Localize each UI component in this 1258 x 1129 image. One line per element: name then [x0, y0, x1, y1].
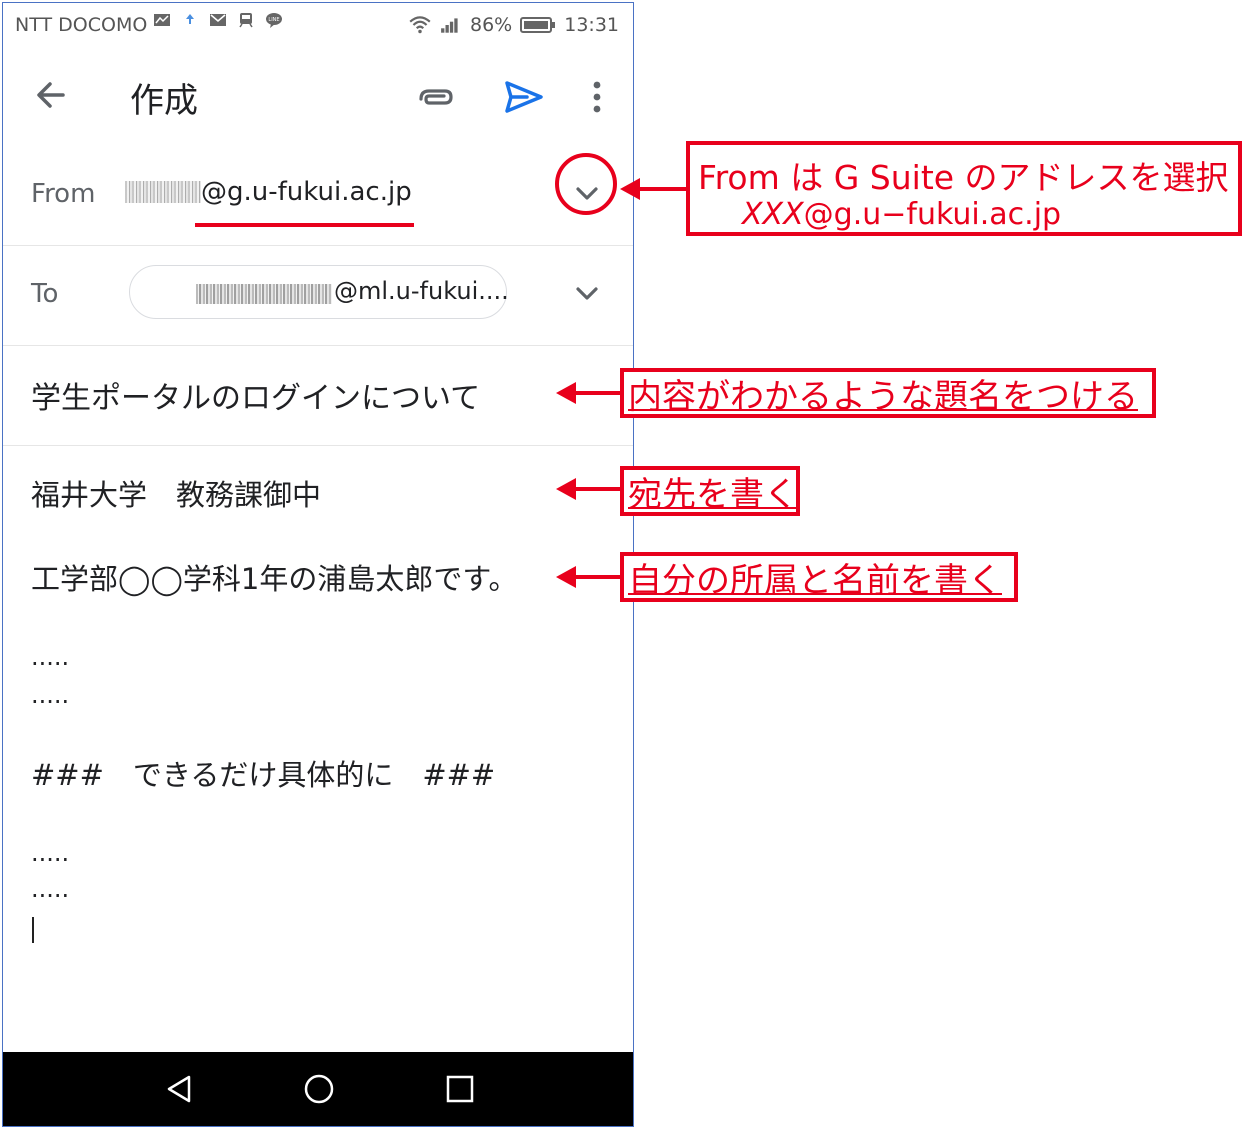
body-line: 工学部◯◯学科1年の浦島太郎です。: [31, 562, 518, 596]
subject-row: 学生ポータルのログインについて: [3, 345, 633, 446]
chevron-down-icon[interactable]: [570, 277, 604, 311]
upload-icon: [186, 14, 194, 24]
recipient-address: @ml.u-fukui....: [334, 277, 509, 305]
to-row: To @ml.u-fukui....: [3, 245, 633, 346]
line-app-icon: LINE: [266, 13, 282, 28]
to-label: To: [31, 279, 59, 309]
highlight-circle: [555, 153, 617, 215]
paperclip-icon[interactable]: [415, 77, 455, 117]
annotation-arrow: [556, 566, 622, 588]
annotation-arrow: [620, 178, 688, 200]
status-right: 86% 13:31: [408, 14, 619, 36]
svg-text:LINE: LINE: [268, 17, 279, 23]
more-vert-icon[interactable]: [583, 75, 611, 119]
from-note-line1: From は G Suite のアドレスを選択: [698, 158, 1229, 197]
train-icon: [239, 13, 253, 28]
page-title: 作成: [130, 81, 198, 121]
from-note-line2: XXX@g.u−fukui.ac.jp: [742, 197, 1061, 232]
from-field[interactable]: @g.u-fukui.ac.jp: [125, 177, 412, 207]
nav-recents-icon[interactable]: [440, 1069, 480, 1109]
system-nav-bar: [3, 1052, 633, 1126]
from-row: From @g.u-fukui.ac.jp: [3, 145, 633, 246]
phone-screen: NTT DOCOMO LINE 86% 13:31 作成 From @g.u-f…: [2, 2, 634, 1127]
recipient-chip[interactable]: @ml.u-fukui....: [129, 265, 509, 319]
wifi-icon: [409, 16, 431, 34]
body-line: .....: [31, 839, 70, 867]
annotation-arrow: [556, 478, 622, 500]
body-line: .....: [31, 681, 70, 709]
activity-icon: [154, 14, 170, 26]
mail-icon: [210, 14, 226, 26]
body-line: .....: [31, 643, 70, 671]
from-label: From: [31, 179, 96, 209]
carrier-name: NTT DOCOMO: [15, 14, 148, 36]
notification-icons: LINE: [153, 12, 283, 28]
app-bar: 作成: [3, 47, 633, 143]
nav-back-icon[interactable]: [159, 1069, 199, 1109]
body-line: 福井大学 教務課御中: [31, 478, 322, 512]
clock: 13:31: [564, 14, 619, 36]
from-underline-annotation: [195, 223, 414, 227]
addressee-annotation-box: 宛先を書く: [620, 466, 800, 516]
subject-annotation-box: 内容がわかるような題名をつける: [620, 368, 1156, 418]
body-line: ### できるだけ具体的に ###: [31, 758, 496, 792]
from-annotation-box: From は G Suite のアドレスを選択 XXX@g.u−fukui.ac…: [686, 141, 1242, 236]
text-cursor: [32, 917, 34, 943]
annotation-arrow: [556, 382, 622, 404]
redacted-recipient: [196, 284, 332, 304]
body-line: .....: [31, 875, 70, 903]
nav-home-icon[interactable]: [299, 1069, 339, 1109]
battery-percent: 86%: [470, 14, 513, 36]
from-note-domain: @g.u−fukui.ac.jp: [803, 197, 1062, 232]
subject-field[interactable]: 学生ポータルのログインについて: [31, 373, 551, 417]
self-intro-annotation-box: 自分の所属と名前を書く: [620, 552, 1018, 602]
from-note-placeholder: XXX: [742, 197, 804, 232]
back-arrow-icon[interactable]: [31, 75, 71, 115]
signal-icon: [441, 18, 458, 33]
send-icon[interactable]: [501, 75, 545, 119]
from-address: @g.u-fukui.ac.jp: [201, 177, 412, 207]
status-bar: NTT DOCOMO LINE 86% 13:31: [3, 3, 633, 47]
battery-icon: [520, 17, 556, 33]
redacted-username: [125, 181, 201, 203]
